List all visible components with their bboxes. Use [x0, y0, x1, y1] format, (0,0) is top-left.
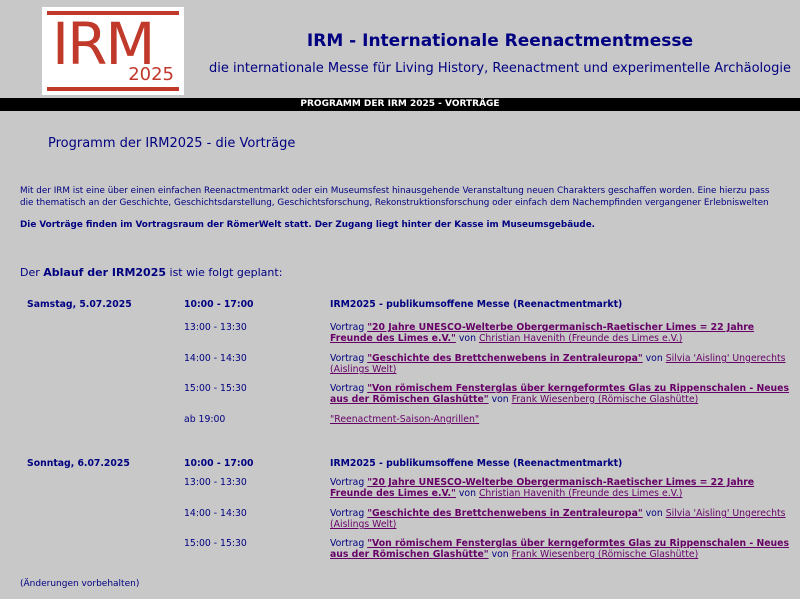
talk-entry: Vortrag "Geschichte des Brettchenwebens … [330, 508, 790, 530]
talk-von: von [645, 353, 663, 364]
talk-prefix: Vortrag [330, 508, 365, 519]
talk-title-link[interactable]: "Geschichte des Brettchenwebens in Zentr… [367, 508, 643, 519]
schedule-intro-bold: Ablauf der IRM2025 [43, 266, 167, 279]
location-note: Die Vorträge finden im Vortragsraum der … [20, 220, 595, 230]
main-event: IRM2025 - publikumsoffene Messe (Reenact… [330, 299, 623, 310]
talk-time: 14:00 - 14:30 [184, 508, 247, 519]
nav-bar: PROGRAMM DER IRM 2025 - VORTRÄGE [0, 98, 800, 111]
talk-von: von [491, 394, 509, 405]
irm-logo[interactable]: IRM 2025 [42, 7, 184, 95]
main-time: 10:00 - 17:00 [184, 458, 254, 469]
talk-entry: Vortrag "20 Jahre UNESCO-Welterbe Oberge… [330, 477, 790, 499]
day-label: Samstag, 5.07.2025 [27, 299, 132, 310]
talk-time: 13:00 - 13:30 [184, 322, 247, 333]
speaker-link[interactable]: Christian Havenith (Freunde des Limes e.… [479, 333, 682, 344]
talk-prefix: Vortrag [330, 353, 365, 364]
speaker-link[interactable]: Frank Wiesenberg (Römische Glashütte) [512, 394, 699, 405]
talk-prefix: Vortrag [330, 322, 365, 333]
nav-label: PROGRAMM DER IRM 2025 - VORTRÄGE [300, 99, 500, 109]
talk-title-link[interactable]: "Geschichte des Brettchenwebens in Zentr… [367, 353, 643, 364]
talk-time: 15:00 - 15:30 [184, 383, 247, 394]
talk-prefix: Vortrag [330, 383, 365, 394]
talk-time: 13:00 - 13:30 [184, 477, 247, 488]
talk-entry: Vortrag "Von römischem Fensterglas über … [330, 383, 790, 405]
talk-prefix: Vortrag [330, 538, 365, 549]
schedule-intro: Der Ablauf der IRM2025 ist wie folgt gep… [20, 266, 282, 279]
main-event: IRM2025 - publikumsoffene Messe (Reenact… [330, 458, 623, 469]
speaker-link[interactable]: Christian Havenith (Freunde des Limes e.… [479, 488, 682, 499]
evening-time: ab 19:00 [184, 414, 226, 425]
schedule-intro-pre: Der [20, 266, 44, 279]
logo-year: 2025 [128, 64, 174, 85]
changes-note: (Änderungen vorbehalten) [20, 579, 140, 589]
talk-von: von [458, 488, 476, 499]
intro-line-1: Mit der IRM ist eine über einen einfache… [20, 186, 770, 196]
site-title: IRM - Internationale Reenactmentmesse [306, 31, 694, 51]
day-label: Sonntag, 6.07.2025 [27, 458, 130, 469]
talk-time: 14:00 - 14:30 [184, 353, 247, 364]
evening-event-link[interactable]: "Reenactment-Saison-Angrillen" [330, 414, 479, 425]
talk-von: von [458, 333, 476, 344]
talk-entry: Vortrag "Geschichte des Brettchenwebens … [330, 353, 790, 375]
talk-prefix: Vortrag [330, 477, 365, 488]
talk-entry: Vortrag "20 Jahre UNESCO-Welterbe Oberge… [330, 322, 790, 344]
talk-time: 15:00 - 15:30 [184, 538, 247, 549]
main-time: 10:00 - 17:00 [184, 299, 254, 310]
schedule-intro-post: ist wie folgt geplant: [166, 266, 283, 279]
talk-von: von [645, 508, 663, 519]
intro-line-2: die thematisch an der Geschichte, Geschi… [20, 198, 769, 208]
site-subtitle: die internationale Messe für Living Hist… [209, 61, 791, 76]
intro-text: Mit der IRM ist eine über einen einfache… [20, 185, 800, 209]
page-heading: Programm der IRM2025 - die Vorträge [48, 136, 296, 151]
talk-entry: Vortrag "Von römischem Fensterglas über … [330, 538, 790, 560]
evening-entry: "Reenactment-Saison-Angrillen" [330, 414, 790, 425]
talk-von: von [491, 549, 509, 560]
speaker-link[interactable]: Frank Wiesenberg (Römische Glashütte) [512, 549, 699, 560]
